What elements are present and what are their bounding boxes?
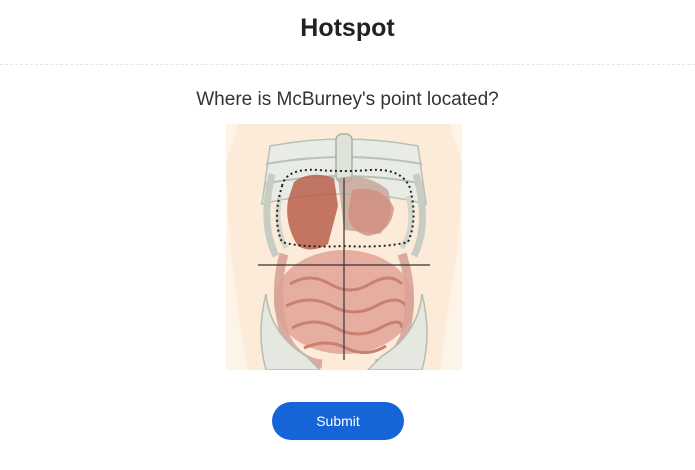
question-text: Where is McBurney's point located?: [196, 89, 499, 110]
page-title: Hotspot: [300, 14, 395, 42]
submit-button[interactable]: Submit: [272, 402, 404, 440]
abdomen-anatomy-diagram: [226, 124, 462, 370]
hotspot-image-area[interactable]: [226, 124, 462, 370]
header-divider: [0, 64, 695, 65]
